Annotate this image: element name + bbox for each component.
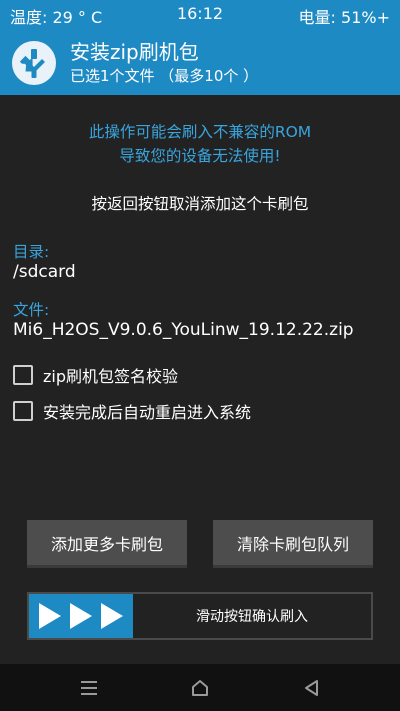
navigation-bar (0, 664, 400, 711)
home-icon[interactable] (185, 674, 215, 702)
add-more-zips-button[interactable]: 添加更多卡刷包 (27, 520, 187, 568)
back-hint: 按返回按钮取消添加这个卡刷包 (91, 195, 309, 213)
status-bar: 温度: 29 ° C 16:12 电量: 51%+ (0, 0, 400, 29)
clear-zip-queue-button[interactable]: 清除卡刷包队列 (213, 520, 373, 568)
file-value: Mi6_H2OS_V9.0.6_YouLinw_19.12.22.zip (13, 320, 354, 340)
menu-icon[interactable] (74, 674, 104, 702)
back-icon[interactable] (296, 674, 326, 702)
slider-handle[interactable] (29, 594, 133, 638)
header: 安装zip刷机包 已选1个文件 （最多10个 ） (0, 29, 400, 95)
option-reboot-after-install[interactable]: 安装完成后自动重启进入系统 (13, 399, 251, 423)
page-title: 安装zip刷机包 (70, 40, 199, 64)
warning-line-1: 此操作可能会刷入不兼容的ROM (88, 123, 312, 141)
file-label: 文件: (13, 301, 50, 319)
slider-label: 滑动按钮确认刷入 (196, 609, 308, 625)
battery-indicator: 电量: 51%+ (298, 8, 390, 27)
zip-signature-checkbox[interactable] (13, 365, 33, 385)
directory-value: /sdcard (13, 262, 76, 282)
option-zip-signature-verification[interactable]: zip刷机包签名校验 (13, 363, 178, 387)
twrp-logo-icon (12, 41, 56, 85)
reboot-after-install-label: 安装完成后自动重启进入系统 (43, 403, 252, 422)
page-subtitle: 已选1个文件 （最多10个 ） (70, 67, 259, 85)
zip-signature-label: zip刷机包签名校验 (43, 367, 179, 386)
reboot-after-install-checkbox[interactable] (13, 401, 33, 421)
swipe-to-confirm-flash-slider[interactable]: 滑动按钮确认刷入 (27, 592, 373, 640)
triple-arrow-icon (35, 603, 127, 629)
directory-label: 目录: (13, 243, 50, 261)
warning-line-2: 导致您的设备无法使用! (119, 147, 281, 165)
